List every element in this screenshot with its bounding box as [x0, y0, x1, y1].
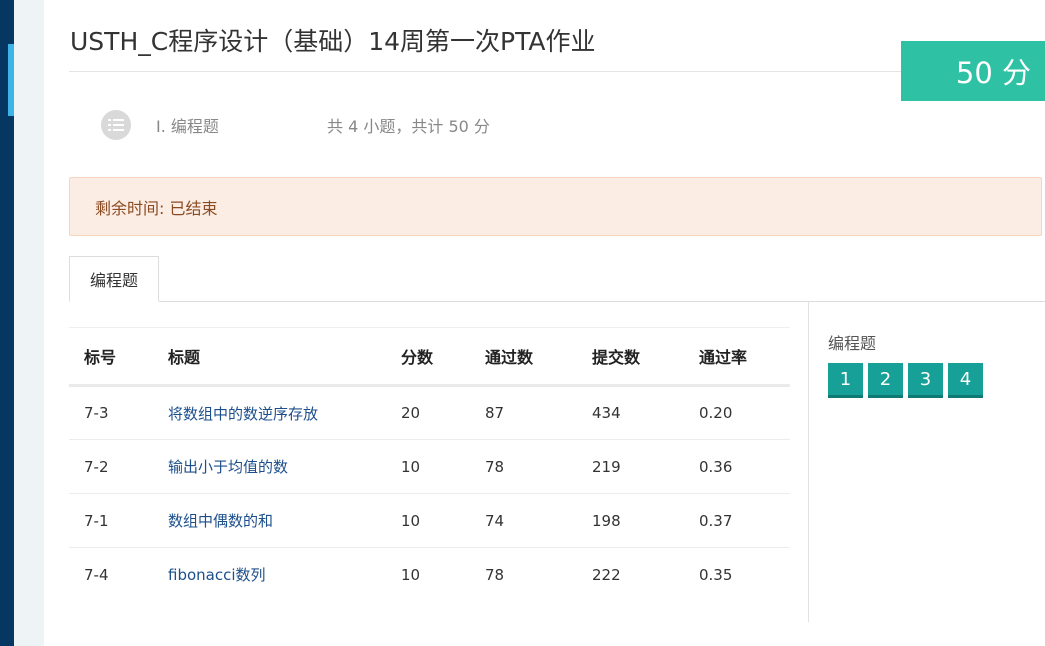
row-passed: 78 — [485, 457, 505, 476]
row-score: 10 — [401, 457, 421, 476]
row-id: 7-2 — [84, 457, 109, 476]
row-submitted: 222 — [592, 565, 621, 584]
problem-title-link[interactable]: 数组中偶数的和 — [168, 512, 273, 530]
panel-divider — [808, 302, 809, 622]
question-nav-button-3[interactable]: 3 — [908, 363, 943, 398]
score-badge: 50 分 — [901, 41, 1045, 101]
table-row: 7-1 数组中偶数的和 10 74 198 0.37 — [69, 494, 790, 548]
row-pass-rate: 0.35 — [699, 565, 733, 584]
header-passed: 通过数 — [485, 348, 534, 367]
row-submitted: 198 — [592, 511, 621, 530]
left-sidebar — [0, 0, 14, 646]
page-title: USTH_C程序设计（基础）14周第一次PTA作业 — [70, 27, 596, 56]
table-row: 7-4 fibonacci数列 10 78 222 0.35 — [69, 548, 790, 602]
question-nav-button-1[interactable]: 1 — [828, 363, 863, 398]
section-summary: I. 编程题 共 4 小题，共计 50 分 — [101, 110, 490, 140]
header-title: 标题 — [168, 348, 201, 367]
main-content: USTH_C程序设计（基础）14周第一次PTA作业 50 分 I. 编程题 共 … — [44, 0, 1045, 646]
question-nav-button-4[interactable]: 4 — [948, 363, 983, 398]
header-pass-rate: 通过率 — [699, 348, 748, 367]
problem-table: 标号 标题 分数 通过数 提交数 通过率 7-3 将数组中的数逆序存放 20 8… — [69, 327, 790, 602]
row-score: 10 — [401, 565, 421, 584]
header-id: 标号 — [84, 348, 117, 367]
remaining-time-alert: 剩余时间: 已结束 — [69, 177, 1042, 236]
nav-panel-title: 编程题 — [828, 334, 877, 353]
row-pass-rate: 0.36 — [699, 457, 733, 476]
row-id: 7-3 — [84, 404, 109, 422]
table-header-row: 标号 标题 分数 通过数 提交数 通过率 — [69, 327, 790, 386]
title-divider — [69, 71, 1045, 72]
header-score: 分数 — [401, 348, 434, 367]
section-count: 共 4 小题，共计 50 分 — [327, 117, 490, 136]
row-passed: 74 — [485, 511, 505, 530]
section-name: I. 编程题 — [156, 117, 219, 136]
row-passed: 87 — [485, 404, 505, 422]
row-submitted: 219 — [592, 457, 621, 476]
header-submitted: 提交数 — [592, 348, 641, 367]
row-score: 20 — [401, 404, 421, 422]
sidebar-gutter — [14, 0, 44, 646]
question-nav: 1 2 3 4 — [828, 363, 988, 398]
problem-title-link[interactable]: 将数组中的数逆序存放 — [168, 405, 318, 423]
list-icon — [101, 110, 131, 140]
table-row: 7-3 将数组中的数逆序存放 20 87 434 0.20 — [69, 386, 790, 440]
tab-programming[interactable]: 编程题 — [69, 256, 159, 302]
row-submitted: 434 — [592, 404, 621, 422]
row-pass-rate: 0.37 — [699, 511, 733, 530]
problem-title-link[interactable]: fibonacci数列 — [168, 566, 266, 584]
row-id: 7-1 — [84, 511, 109, 530]
row-pass-rate: 0.20 — [699, 404, 733, 422]
tab-bar-divider — [69, 301, 1045, 302]
question-nav-button-2[interactable]: 2 — [868, 363, 903, 398]
problem-title-link[interactable]: 输出小于均值的数 — [168, 458, 288, 476]
row-passed: 78 — [485, 565, 505, 584]
row-score: 10 — [401, 511, 421, 530]
table-row: 7-2 输出小于均值的数 10 78 219 0.36 — [69, 440, 790, 494]
row-id: 7-4 — [84, 565, 109, 584]
